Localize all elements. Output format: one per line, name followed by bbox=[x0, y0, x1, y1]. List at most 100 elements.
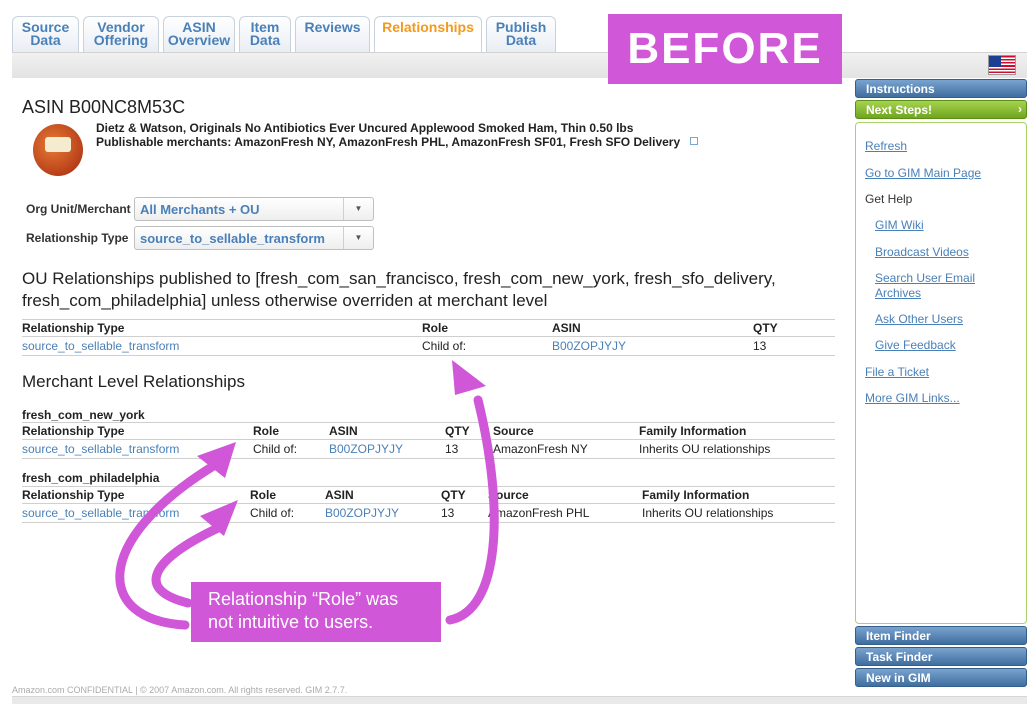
chevron-down-icon: ▼ bbox=[343, 227, 373, 249]
column-header: QTY bbox=[445, 422, 493, 440]
annotation-callout: Relationship “Role” was not intuitive to… bbox=[191, 582, 441, 642]
table-header-row: Relationship Type Role ASIN QTY Source F… bbox=[22, 422, 835, 440]
chevron-right-icon: › bbox=[1018, 102, 1022, 116]
new-in-gim-button[interactable]: New in GIM bbox=[855, 668, 1027, 687]
task-finder-button[interactable]: Task Finder bbox=[855, 647, 1027, 666]
tab-asin-overview[interactable]: ASIN Overview bbox=[163, 16, 235, 52]
table-header-row: Relationship Type Role ASIN QTY bbox=[22, 319, 835, 337]
tab-label: Relationships bbox=[382, 19, 474, 35]
relationship-type-link[interactable]: source_to_sellable_transform bbox=[22, 336, 422, 356]
before-banner: BEFORE bbox=[608, 14, 842, 84]
org-unit-value: All Merchants + OU bbox=[140, 202, 260, 217]
next-steps-button[interactable]: Next Steps! › bbox=[855, 100, 1027, 119]
column-header: Relationship Type bbox=[22, 486, 250, 504]
qty-cell: 13 bbox=[445, 439, 493, 459]
get-help-label: Get Help bbox=[865, 192, 913, 206]
tab-label: Reviews bbox=[304, 19, 361, 35]
page-title: ASIN B00NC8M53C bbox=[22, 97, 186, 117]
column-header: Role bbox=[422, 319, 552, 337]
asin-link[interactable]: B00ZOPJYJY bbox=[552, 336, 753, 356]
column-header: ASIN bbox=[325, 486, 441, 504]
search-email-archives-link[interactable]: Search User Email Archives bbox=[875, 271, 975, 301]
asin-link[interactable]: B00ZOPJYJY bbox=[329, 439, 445, 459]
heading-line: fresh_com_philadelphia] unless otherwise… bbox=[22, 291, 548, 310]
role-cell: Child of: bbox=[250, 503, 325, 523]
source-cell: AmazonFresh PHL bbox=[488, 503, 642, 523]
tab-label: Overview bbox=[167, 32, 231, 48]
column-header: Relationship Type bbox=[22, 319, 422, 337]
column-header: Family Information bbox=[639, 422, 835, 440]
tab-item-data[interactable]: Item Data bbox=[239, 16, 291, 52]
ask-other-users-link[interactable]: Ask Other Users bbox=[875, 312, 963, 327]
tab-label: Data bbox=[505, 32, 537, 48]
tab-vendor-offering[interactable]: Vendor Offering bbox=[83, 16, 159, 52]
table-row: source_to_sellable_transform Child of: B… bbox=[22, 439, 835, 459]
table-row: source_to_sellable_transform Child of: B… bbox=[22, 336, 835, 356]
more-gim-links-link[interactable]: More GIM Links... bbox=[865, 391, 960, 406]
relationship-type-label: Relationship Type bbox=[26, 231, 129, 245]
tab-source-data[interactable]: Source Data bbox=[12, 16, 79, 52]
gim-wiki-link[interactable]: GIM Wiki bbox=[875, 218, 924, 233]
tab-reviews[interactable]: Reviews bbox=[295, 16, 370, 52]
callout-line: Relationship “Role” was bbox=[208, 589, 399, 609]
family-info-cell: Inherits OU relationships bbox=[639, 439, 835, 459]
publishable-merchants: Publishable merchants: AmazonFresh NY, A… bbox=[96, 135, 681, 149]
ou-relationships-table: Relationship Type Role ASIN QTY source_t… bbox=[22, 319, 835, 356]
role-cell: Child of: bbox=[422, 336, 552, 356]
tab-strip bbox=[12, 52, 1027, 78]
column-header: Role bbox=[250, 486, 325, 504]
bottom-scrollbar[interactable] bbox=[12, 696, 1027, 704]
qty-cell: 13 bbox=[753, 336, 835, 356]
ou-relationships-heading: OU Relationships published to [fresh_com… bbox=[22, 268, 776, 312]
relationship-type-value: source_to_sellable_transform bbox=[140, 231, 325, 246]
item-finder-button[interactable]: Item Finder bbox=[855, 626, 1027, 645]
column-header: ASIN bbox=[329, 422, 445, 440]
next-steps-label: Next Steps! bbox=[866, 103, 933, 117]
external-link-icon[interactable] bbox=[690, 137, 698, 145]
link-line: Search User Email bbox=[875, 271, 976, 285]
column-header: QTY bbox=[441, 486, 488, 504]
tab-label: Data bbox=[30, 32, 61, 48]
tab-publish-data[interactable]: Publish Data bbox=[486, 16, 556, 52]
tab-label: Data bbox=[249, 32, 281, 48]
org-unit-select[interactable]: All Merchants + OU ▼ bbox=[134, 197, 374, 221]
column-header: Family Information bbox=[642, 486, 835, 504]
column-header: Source bbox=[493, 422, 639, 440]
merchant-relationships-table: Relationship Type Role ASIN QTY Source F… bbox=[22, 486, 835, 523]
instructions-button[interactable]: Instructions bbox=[855, 79, 1027, 98]
column-header: QTY bbox=[753, 319, 835, 337]
broadcast-videos-link[interactable]: Broadcast Videos bbox=[875, 245, 969, 260]
column-header: ASIN bbox=[552, 319, 753, 337]
relationship-type-select[interactable]: source_to_sellable_transform ▼ bbox=[134, 226, 374, 250]
relationship-type-link[interactable]: source_to_sellable_transform bbox=[22, 503, 250, 523]
gim-main-page-link[interactable]: Go to GIM Main Page bbox=[865, 166, 981, 181]
us-flag-icon[interactable] bbox=[988, 55, 1016, 75]
family-info-cell: Inherits OU relationships bbox=[642, 503, 835, 523]
table-row: source_to_sellable_transform Child of: B… bbox=[22, 503, 835, 523]
table-header-row: Relationship Type Role ASIN QTY Source F… bbox=[22, 486, 835, 504]
asin-link[interactable]: B00ZOPJYJY bbox=[325, 503, 441, 523]
chevron-down-icon: ▼ bbox=[343, 198, 373, 220]
column-header: Role bbox=[253, 422, 329, 440]
column-header: Source bbox=[488, 486, 642, 504]
file-ticket-link[interactable]: File a Ticket bbox=[865, 365, 929, 380]
merchant-name: fresh_com_philadelphia bbox=[22, 471, 160, 485]
org-unit-label: Org Unit/Merchant bbox=[26, 202, 131, 216]
product-image bbox=[33, 124, 83, 176]
source-cell: AmazonFresh NY bbox=[493, 439, 639, 459]
product-name: Dietz & Watson, Originals No Antibiotics… bbox=[96, 121, 634, 135]
refresh-link[interactable]: Refresh bbox=[865, 139, 907, 154]
tab-relationships[interactable]: Relationships bbox=[374, 16, 482, 52]
heading-line: OU Relationships published to [fresh_com… bbox=[22, 269, 776, 288]
callout-line: not intuitive to users. bbox=[208, 612, 374, 632]
qty-cell: 13 bbox=[441, 503, 488, 523]
role-cell: Child of: bbox=[253, 439, 329, 459]
merchant-level-heading: Merchant Level Relationships bbox=[22, 372, 246, 391]
tab-label: Offering bbox=[93, 32, 149, 48]
give-feedback-link[interactable]: Give Feedback bbox=[875, 338, 956, 353]
column-header: Relationship Type bbox=[22, 422, 253, 440]
relationship-type-link[interactable]: source_to_sellable_transform bbox=[22, 439, 253, 459]
merchant-name: fresh_com_new_york bbox=[22, 408, 145, 422]
merchant-relationships-table: Relationship Type Role ASIN QTY Source F… bbox=[22, 422, 835, 459]
footer-copyright: Amazon.com CONFIDENTIAL | © 2007 Amazon.… bbox=[12, 685, 348, 695]
